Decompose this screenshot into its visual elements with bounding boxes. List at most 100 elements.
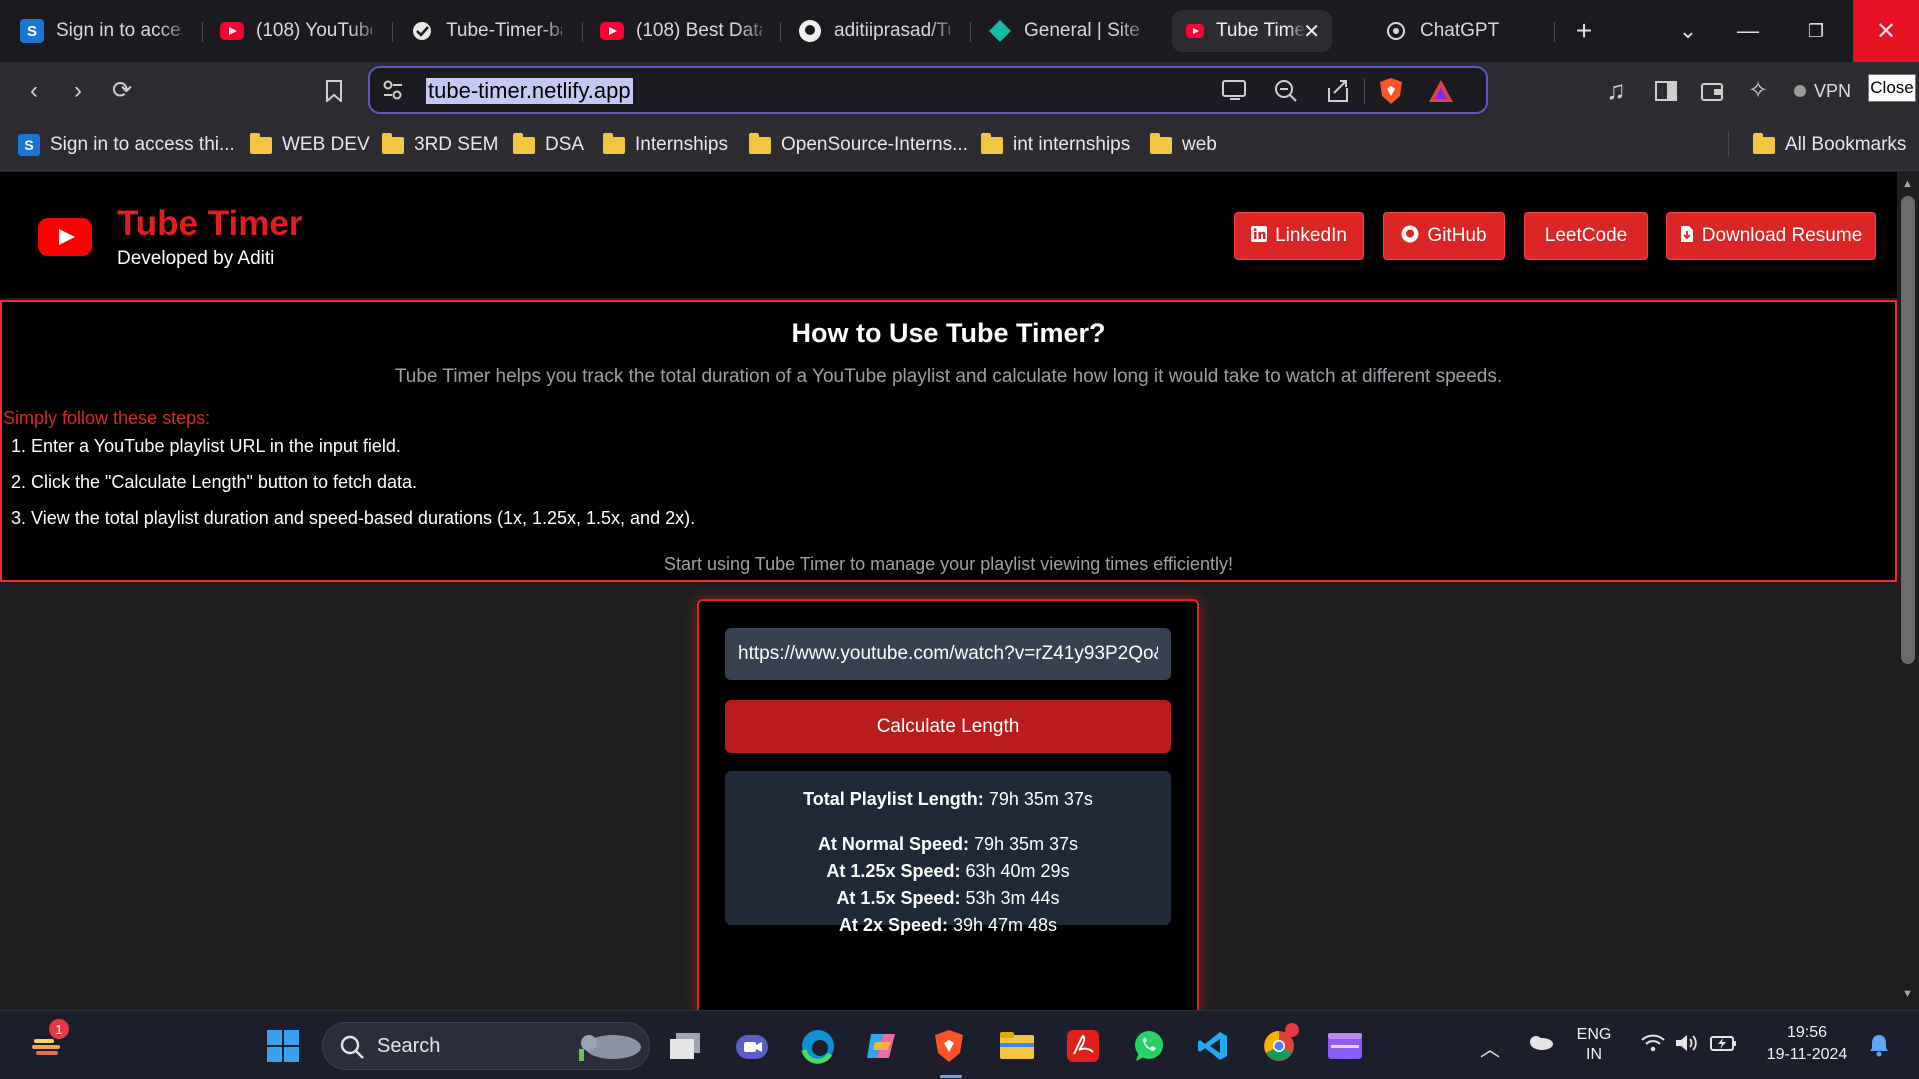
whatsapp-icon[interactable] <box>1128 1025 1170 1067</box>
bookmark-folder-web-dev[interactable]: WEB DEV <box>250 131 370 159</box>
tab-chatgpt[interactable]: ChatGPT <box>1370 10 1530 52</box>
scrollbar-thumb[interactable] <box>1901 196 1915 664</box>
site-settings-icon[interactable] <box>382 79 404 106</box>
clock-datetime[interactable]: 19:56 19-11-2024 <box>1752 1022 1862 1066</box>
calculate-length-button[interactable]: Calculate Length <box>725 700 1171 753</box>
folder-icon <box>749 132 771 154</box>
howto-subtitle: Tube Timer helps you track the total dur… <box>394 366 1503 387</box>
chrome-profile-badge <box>1285 1023 1299 1037</box>
folder-icon <box>603 132 625 154</box>
bookmark-folder-opensource[interactable]: OpenSource-Interns... <box>749 131 968 159</box>
copilot-icon[interactable] <box>862 1025 904 1067</box>
youtube-icon <box>1186 22 1204 40</box>
tab-separator <box>392 22 393 42</box>
volume-icon[interactable] <box>1674 1033 1700 1058</box>
step-item: 3. View the total playlist duration and … <box>11 508 696 528</box>
speed-line-normal: At Normal Speed: 79h 35m 37s <box>817 834 1079 854</box>
input-language-indicator[interactable]: ENG IN <box>1574 1025 1614 1065</box>
linkedin-button[interactable]: LinkedIn <box>1234 212 1364 260</box>
tab-list-chevron-icon[interactable]: ⌄ <box>1658 0 1718 62</box>
battery-charging-icon[interactable] <box>1710 1033 1738 1058</box>
tab-separator <box>970 22 971 42</box>
brand-title[interactable]: Tube Timer <box>117 204 302 244</box>
brave-rewards-icon[interactable] <box>1428 79 1454 108</box>
netlify-icon <box>410 19 434 43</box>
close-window-icon[interactable]: ✕ <box>1853 0 1919 62</box>
tab-netlify-general[interactable]: General | Site c <box>974 10 1154 52</box>
acrobat-reader-icon[interactable] <box>1062 1025 1104 1067</box>
back-arrow-icon[interactable]: ‹ <box>14 62 54 119</box>
divider <box>1728 131 1729 157</box>
file-download-icon <box>1680 225 1694 248</box>
notification-badge: 1 <box>49 1019 69 1039</box>
tab-tube-timer-backend[interactable]: Tube-Timer-ba <box>396 10 576 52</box>
folder-icon <box>382 132 404 154</box>
site-header: Tube Timer Developed by Aditi LinkedIn G… <box>0 172 1897 298</box>
new-tab-plus-icon[interactable]: + <box>1554 0 1614 62</box>
step-item: 1. Enter a YouTube playlist URL in the i… <box>11 436 401 456</box>
windows-start-icon[interactable] <box>262 1025 304 1067</box>
total-length-value: 79h 35m 37s <box>988 789 1093 809</box>
edge-browser-icon[interactable] <box>797 1025 839 1067</box>
github-button[interactable]: GitHub <box>1383 212 1505 260</box>
bookmark-folder-int-internships[interactable]: int internships <box>981 131 1130 159</box>
brand-byline: Developed by Aditi <box>117 248 275 269</box>
leo-ai-sparkle-icon[interactable]: ✧ <box>1738 62 1778 119</box>
youtube-logo-icon <box>38 218 92 256</box>
search-icon <box>339 1034 365 1065</box>
results-panel: Total Playlist Length: 79h 35m 37s At No… <box>725 771 1171 935</box>
teams-meet-icon[interactable] <box>731 1025 773 1067</box>
sidebar-icon[interactable] <box>1646 62 1686 119</box>
tab-tube-timer[interactable]: Tube Time ✕ <box>1172 10 1332 52</box>
reload-icon[interactable]: ⟳ <box>102 62 142 119</box>
file-explorer-icon[interactable] <box>996 1025 1038 1067</box>
show-hidden-icons-chevron-icon[interactable]: ︿ <box>1480 1033 1500 1062</box>
brave-shields-icon[interactable] <box>1378 77 1404 110</box>
share-icon[interactable] <box>1326 79 1350 108</box>
zoom-out-icon[interactable] <box>1274 79 1298 108</box>
forward-arrow-icon[interactable]: › <box>58 62 98 119</box>
steps-heading: Simply follow these steps: <box>3 408 211 428</box>
cast-icon[interactable] <box>1222 79 1248 106</box>
playlist-url-input[interactable] <box>725 628 1171 680</box>
youtube-icon <box>600 19 624 43</box>
bookmark-icon[interactable] <box>314 62 354 119</box>
close-tab-icon[interactable]: ✕ <box>1303 19 1320 44</box>
clipchamp-icon[interactable] <box>1324 1025 1366 1067</box>
url-text[interactable]: tube-timer.netlify.app <box>426 78 633 104</box>
howto-title: How to Use Tube Timer? <box>791 318 1106 348</box>
taskbar-search-box[interactable]: Search <box>322 1022 650 1070</box>
notification-bell-icon[interactable] <box>1868 1033 1890 1062</box>
all-bookmarks-folder[interactable]: All Bookmarks <box>1753 131 1906 159</box>
bookmark-folder-internships[interactable]: Internships <box>603 131 728 159</box>
tab-sign-in[interactable]: S Sign in to acces <box>6 10 196 52</box>
tab-youtube-best-data[interactable]: (108) Best Data <box>586 10 776 52</box>
bookmark-folder-web[interactable]: web <box>1150 131 1217 159</box>
bookmark-sign-in[interactable]: S Sign in to access thi... <box>18 131 235 159</box>
vscode-icon[interactable] <box>1192 1025 1234 1067</box>
download-resume-button[interactable]: Download Resume <box>1666 212 1876 260</box>
speed-line-2x: At 2x Speed: 39h 47m 48s <box>838 915 1058 935</box>
minimize-icon[interactable]: — <box>1718 0 1778 62</box>
onedrive-cloud-icon[interactable] <box>1526 1033 1554 1056</box>
task-view-icon[interactable] <box>664 1025 706 1067</box>
search-highlight-manatee-icon <box>575 1029 643 1070</box>
brave-browser-icon[interactable] <box>928 1025 970 1067</box>
page-scrollbar[interactable]: ▲ ▼ <box>1897 172 1919 1010</box>
address-bar[interactable]: tube-timer.netlify.app <box>368 66 1488 114</box>
bookmark-folder-3rd-sem[interactable]: 3RD SEM <box>382 131 498 159</box>
leetcode-button[interactable]: LeetCode <box>1524 212 1648 260</box>
scroll-down-arrow-icon[interactable]: ▼ <box>1902 988 1913 1000</box>
bookmark-folder-dsa[interactable]: DSA <box>513 131 584 159</box>
vpn-button[interactable]: VPN <box>1786 74 1859 108</box>
media-music-icon[interactable]: ♫ <box>1596 62 1636 119</box>
web-page: Tube Timer Developed by Aditi LinkedIn G… <box>0 172 1897 1010</box>
restore-icon[interactable]: ❐ <box>1786 0 1846 62</box>
scroll-up-arrow-icon[interactable]: ▲ <box>1902 178 1913 190</box>
wallet-icon[interactable] <box>1692 62 1732 119</box>
netlify-diamond-icon <box>988 19 1012 43</box>
wifi-icon[interactable] <box>1640 1033 1666 1058</box>
tab-youtube[interactable]: (108) YouTube <box>206 10 386 52</box>
s-app-icon: S <box>18 134 40 156</box>
tab-github[interactable]: aditiiprasad/Tu <box>784 10 964 52</box>
